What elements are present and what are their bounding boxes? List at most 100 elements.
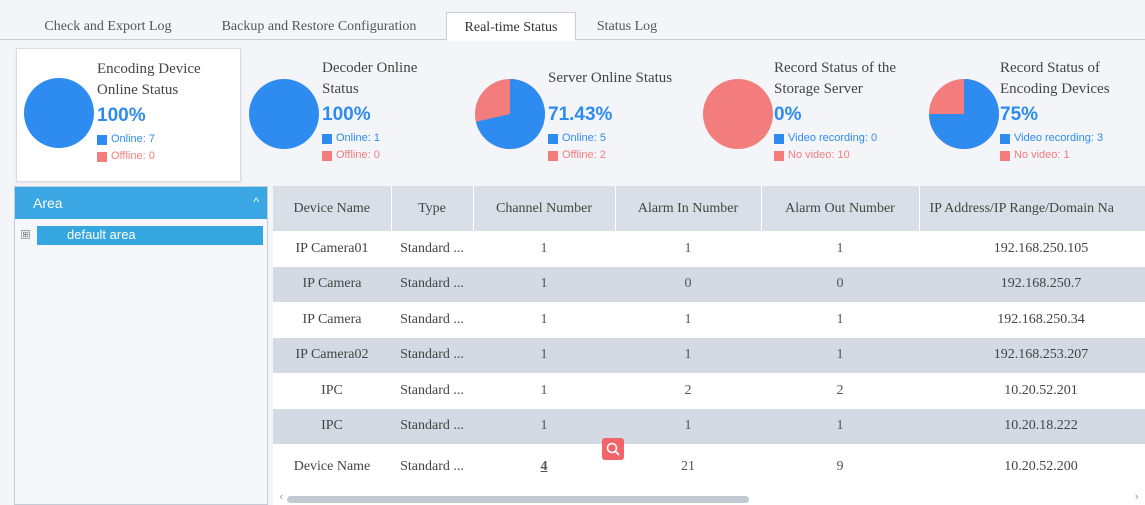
card-percent: 100% (322, 104, 371, 125)
legend-text: Video recording: 0 (788, 132, 878, 144)
status-card-storage-record[interactable]: Record Status of the Storage Server 0% Vi… (698, 48, 924, 182)
legend-swatch (322, 133, 332, 144)
pie-chart (249, 79, 319, 149)
search-icon (606, 442, 620, 456)
cell-ip-address: 192.168.250.34 (919, 302, 1145, 338)
table-row[interactable]: IP Camera Standard ... 1 0 0 192.168.250.7 (273, 266, 1145, 302)
column-header-device-name[interactable]: Device Name (273, 186, 392, 231)
cell-type: Standard ... (391, 302, 473, 338)
expand-icon[interactable]: ⊞ (21, 230, 30, 239)
cell-channel-number: 1 (473, 337, 615, 373)
card-percent: 71.43% (548, 104, 613, 125)
cell-ip-address: 10.20.52.201 (919, 373, 1145, 409)
status-card-decoder[interactable]: Decoder Online Status 100% Online: 1 Offli… (246, 48, 468, 182)
card-title: Decoder Online Status (322, 58, 417, 100)
legend-text: Online: 5 (562, 132, 607, 144)
tree-item-label[interactable]: default area (37, 226, 263, 245)
legend-swatch (97, 134, 107, 145)
tab-real-time-status[interactable]: Real-time Status (446, 12, 576, 41)
column-header-channel-number[interactable]: Channel Number (473, 186, 616, 231)
cell-alarm-in: 21 (615, 444, 761, 490)
legend-text: Video recording: 3 (1014, 132, 1104, 144)
legend-primary: Video recording: 0 (774, 130, 877, 147)
table-row[interactable]: IPC Standard ... 1 2 2 10.20.52.201 (273, 373, 1145, 409)
area-header[interactable]: Area ^ (15, 187, 267, 219)
table-row[interactable]: IP Camera02 Standard ... 1 1 1 192.168.253.20… (273, 337, 1145, 373)
cell-alarm-out: 1 (761, 337, 919, 373)
area-title: Area (33, 195, 63, 211)
tab-status-log[interactable]: Status Log (582, 12, 672, 41)
column-header-alarm-in[interactable]: Alarm In Number (615, 186, 762, 231)
table-row[interactable]: IP Camera Standard ... 1 1 1 192.168.250.34 (273, 302, 1145, 338)
cell-channel-number: 4 (473, 444, 615, 490)
table-row[interactable]: IP Camera01 Standard ... 1 1 1 192.168.250.10… (273, 231, 1145, 267)
tree-item-default-area[interactable]: ⊞ default area (19, 226, 267, 245)
card-title-line: Encoding Devices (1000, 81, 1110, 97)
cell-device-name: Device Name (273, 444, 391, 490)
card-legend: Online: 1 Offline: 0 (322, 130, 380, 164)
legend-text: No video: 10 (788, 149, 850, 161)
card-title-line: Record Status of the (774, 60, 897, 76)
pie-chart (929, 79, 999, 149)
column-header-type[interactable]: Type (391, 186, 474, 231)
legend-swatch (774, 150, 784, 161)
scroll-right-arrow[interactable]: › (1135, 490, 1139, 503)
search-button[interactable] (602, 438, 624, 460)
table-row[interactable]: IPC Standard ... 1 1 1 10.20.18.222 (273, 408, 1145, 444)
legend-primary: Video recording: 3 (1000, 130, 1103, 147)
card-legend: Online: 7 Offline: 0 (97, 131, 155, 165)
pie-chart (703, 79, 773, 149)
card-legend: Video recording: 0 No video: 10 (774, 130, 877, 164)
table-row[interactable]: Device Name Standard ... 4 21 9 10.20.52.200 (273, 444, 1145, 490)
cell-channel-number: 1 (473, 266, 615, 302)
legend-text: Offline: 2 (562, 149, 606, 161)
cell-ip-address: 10.20.52.200 (919, 444, 1145, 490)
card-legend: Online: 5 Offline: 2 (548, 130, 606, 164)
channel-number-link[interactable]: 4 (541, 459, 548, 474)
cell-alarm-in: 0 (615, 266, 761, 302)
status-card-encoding[interactable]: Encoding Device Online Status 100% Online… (16, 48, 241, 182)
scroll-thumb[interactable] (287, 496, 749, 503)
cell-type: Standard ... (391, 408, 473, 444)
card-title: Record Status of Encoding Devices (1000, 58, 1110, 100)
chevron-up-icon[interactable]: ^ (253, 195, 259, 209)
column-header-alarm-out[interactable]: Alarm Out Number (761, 186, 920, 231)
legend-swatch (1000, 150, 1010, 161)
cell-device-name: IP Camera (273, 266, 391, 302)
horizontal-scrollbar[interactable]: ‹ › (273, 490, 1145, 505)
device-table-container: Device Name Type Channel Number Alarm In… (273, 186, 1145, 505)
cell-device-name: IP Camera (273, 302, 391, 338)
device-table: Device Name Type Channel Number Alarm In… (273, 186, 1145, 490)
tab-check-export-log[interactable]: Check and Export Log (24, 12, 192, 41)
card-percent: 75% (1000, 104, 1039, 125)
pie-slice-primary (249, 79, 319, 149)
legend-secondary: No video: 10 (774, 147, 877, 164)
cell-alarm-out: 1 (761, 231, 919, 267)
column-header-ip-address[interactable]: IP Address/IP Range/Domain Na (919, 186, 1145, 231)
area-panel: Area ^ ⊞ default area (14, 186, 268, 505)
pie-slice-primary (24, 78, 94, 148)
scroll-left-arrow[interactable]: ‹ (279, 490, 283, 503)
cell-type: Standard ... (391, 444, 473, 490)
cell-ip-address: 192.168.250.7 (919, 266, 1145, 302)
tab-backup-restore[interactable]: Backup and Restore Configuration (198, 12, 440, 41)
cell-channel-number: 1 (473, 302, 615, 338)
legend-text: Online: 7 (111, 133, 156, 145)
legend-primary: Online: 5 (548, 130, 606, 147)
tab-bar: Check and Export Log Backup and Restore … (0, 0, 1145, 41)
cell-alarm-out: 1 (761, 302, 919, 338)
cell-alarm-out: 1 (761, 408, 919, 444)
card-title: Encoding Device Online Status (97, 59, 201, 101)
status-card-server[interactable]: Server Online Status 71.43% Online: 5 Off… (472, 48, 698, 182)
card-title-line: Storage Server (774, 81, 863, 97)
card-title-line: Server Online Status (548, 70, 673, 86)
cell-alarm-in: 1 (615, 337, 761, 373)
legend-secondary: No video: 1 (1000, 147, 1103, 164)
cell-alarm-out: 0 (761, 266, 919, 302)
cell-ip-address: 10.20.18.222 (919, 408, 1145, 444)
status-card-encoding-record[interactable]: Record Status of Encoding Devices 75% Vid… (924, 48, 1145, 182)
cell-alarm-in: 1 (615, 302, 761, 338)
cell-channel-number: 1 (473, 231, 615, 267)
legend-secondary: Offline: 2 (548, 147, 606, 164)
cell-alarm-out: 2 (761, 373, 919, 409)
